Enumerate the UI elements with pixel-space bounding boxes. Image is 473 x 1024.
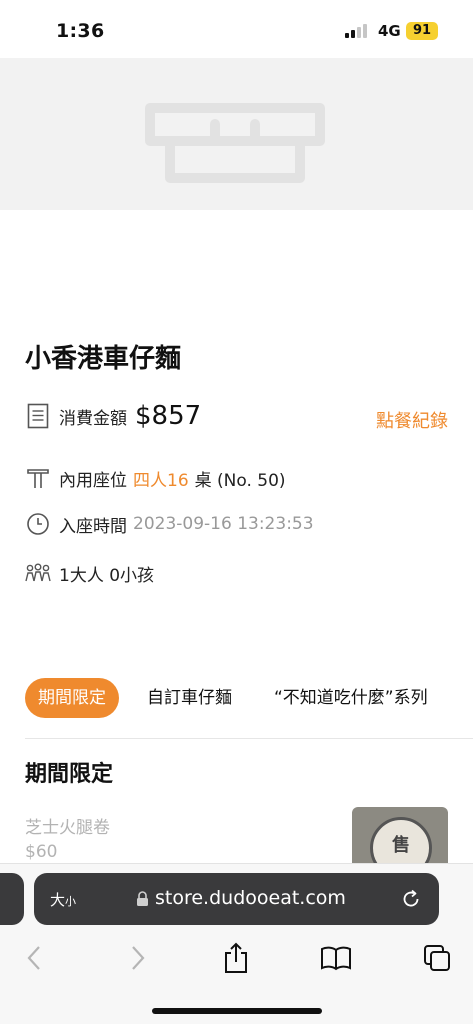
tabs-button[interactable] [419,940,455,976]
seat-detail: 桌 (No. 50) [194,470,286,491]
people-icon [25,560,51,586]
home-indicator [152,1008,322,1014]
seat-row: 內用座位 四人16 桌 (No. 50) [25,462,286,494]
guests-count: 1大人 0小孩 [59,565,155,586]
clock-icon [25,511,51,537]
order-history-link[interactable]: 點餐紀錄 [376,407,448,433]
restaurant-name: 小香港車仔麵 [25,344,182,374]
tab-limited-time[interactable]: 期間限定 [25,678,119,718]
reload-icon[interactable] [400,888,422,910]
tabs-divider [25,738,473,739]
section-title: 期間限定 [25,762,114,787]
guests-row: 1大人 0小孩 [25,557,154,589]
forward-button[interactable] [119,940,155,976]
address-bar[interactable]: 大小 store.dudooeat.com [34,873,439,925]
checkin-label: 入座時間 [59,516,127,537]
receipt-icon [25,403,51,429]
network-type: 4G [378,22,401,40]
share-icon [225,942,247,973]
menu-item-image[interactable]: 售 [352,807,448,863]
amount-row: 消費金額 $857 [25,400,201,432]
lock-icon [137,891,148,906]
signal-strength-icon [345,24,371,38]
status-time: 1:36 [56,20,105,42]
bookmarks-button[interactable] [318,940,354,976]
shop-placeholder-icon [145,103,325,183]
table-icon [25,465,51,491]
text-size-button[interactable]: 大小 [50,889,76,910]
checkin-row: 入座時間 2023-09-16 13:23:53 [25,508,314,540]
seat-label: 內用座位 [59,470,127,491]
browser-toolbar: 大小 store.dudooeat.com [0,863,473,1024]
status-bar: 1:36 4G 91 [0,0,473,58]
share-button[interactable] [218,940,254,976]
checkin-time: 2023-09-16 13:23:53 [133,514,314,534]
bookmarks-icon [321,946,351,971]
back-icon [27,946,40,970]
battery-icon: 91 [406,22,438,40]
text-size-large: 大 [50,891,66,909]
forward-icon [132,946,145,970]
previous-tab-pill[interactable] [0,873,24,925]
tab-dont-know-series[interactable]: “不知道吃什麼”系列 [274,678,428,718]
url-text[interactable]: store.dudooeat.com [155,887,346,909]
text-size-small: 小 [65,895,77,908]
tab-custom-noodles[interactable]: 自訂車仔麵 [147,678,232,718]
hero-image-placeholder [0,58,473,210]
amount-value: $857 [135,401,202,431]
sold-out-badge: 售 [370,817,432,863]
menu-item-name[interactable]: 芝士火腿卷 [25,813,110,838]
back-button[interactable] [17,940,53,976]
seat-highlight: 四人16 [133,470,189,491]
tabs-icon [424,945,450,971]
menu-item-price: $60 [25,842,58,862]
amount-label: 消費金額 [59,408,127,429]
category-tabs: 期間限定 自訂車仔麵 “不知道吃什麼”系列 [0,678,473,722]
